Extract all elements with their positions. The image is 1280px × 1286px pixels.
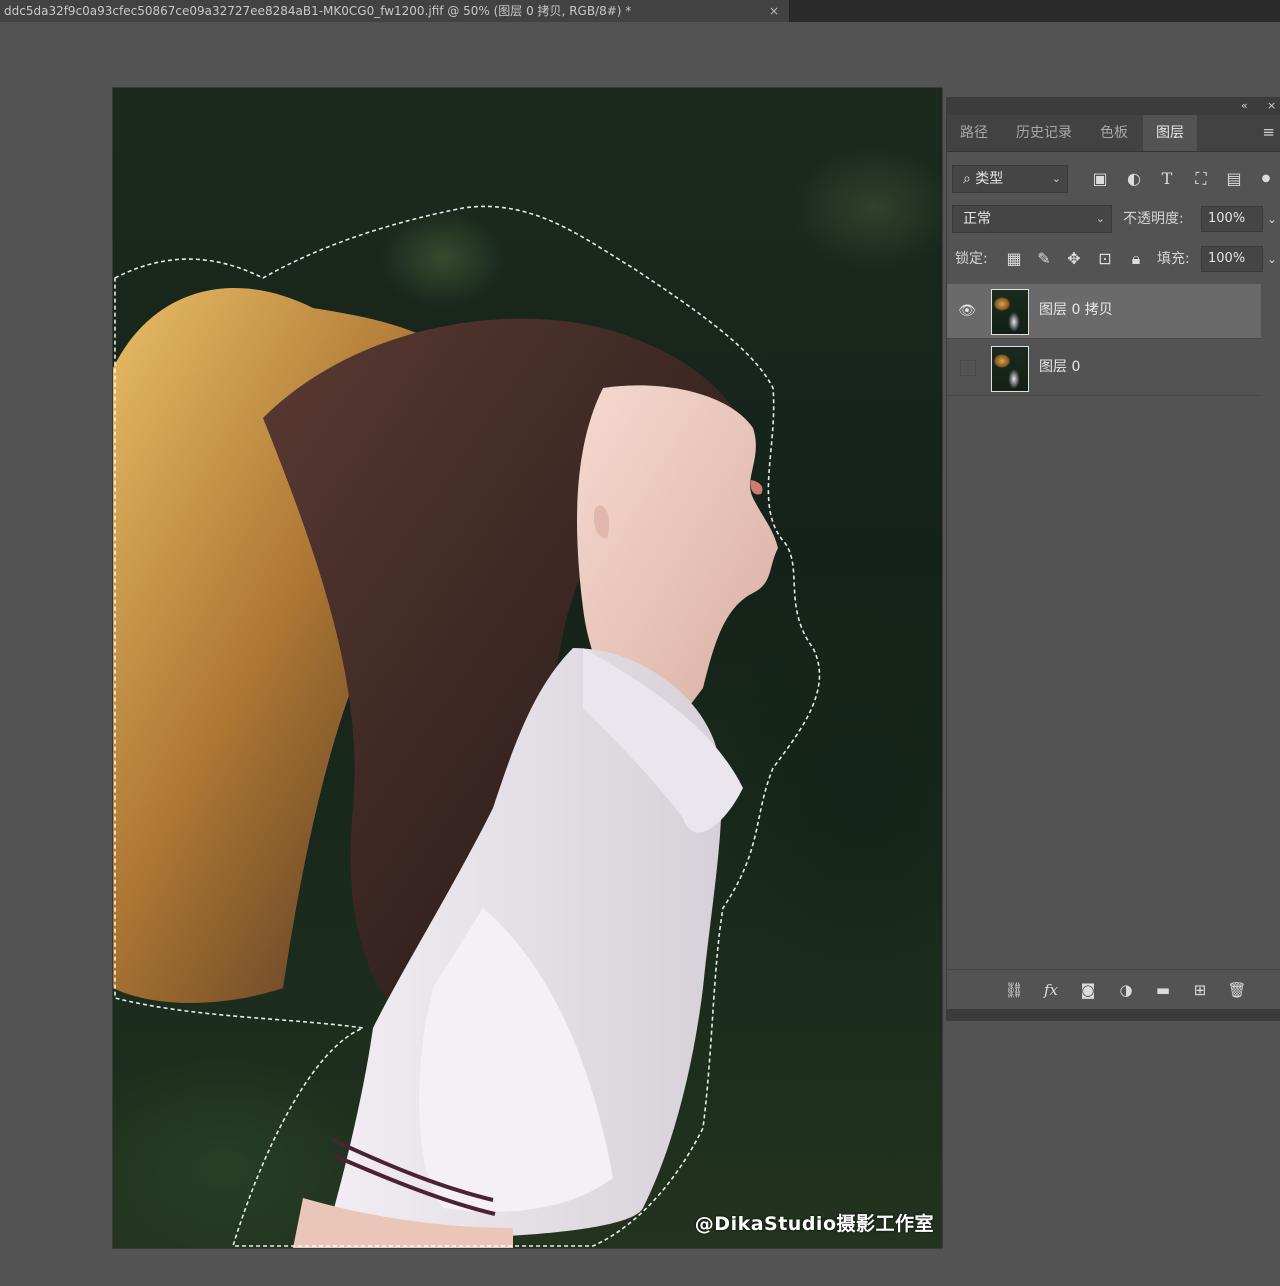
shape-filter-icon[interactable]: ⛶ (1190, 169, 1212, 189)
collapse-panel-icon[interactable]: « (1241, 97, 1248, 115)
chevron-down-icon: ⌄ (1095, 212, 1105, 225)
lock-all-icon[interactable]: 🔒︎ (1125, 249, 1147, 269)
layer-thumbnail (991, 289, 1029, 335)
panel-menu-icon[interactable]: ≡ (1262, 123, 1275, 141)
close-panel-icon[interactable]: × (1267, 97, 1276, 115)
tab-layers[interactable]: 图层 (1143, 115, 1197, 151)
adjustment-icon[interactable]: ◑ (1115, 980, 1137, 1000)
filter-kind-label: 类型 (975, 171, 1004, 187)
layer-row[interactable]: 👁︎ 图层 0 拷贝 (947, 284, 1261, 339)
layers-panel-toolbar: ⛓︎ fx ◙ ◑ ▬ ⊞ 🗑︎ (947, 969, 1280, 1010)
opacity-label: 不透明度: (1123, 211, 1184, 227)
chevron-down-icon: ⌄ (1051, 172, 1061, 185)
new-layer-icon[interactable]: ⊞ (1189, 980, 1211, 1000)
panel-bottom-edge (946, 1009, 1280, 1021)
visibility-toggle[interactable] (960, 360, 976, 376)
search-icon: ⌕ (963, 171, 976, 187)
blend-row: 正常 ⌄ 不透明度: 100% ⌄ (947, 205, 1280, 237)
fx-icon[interactable]: fx (1040, 980, 1062, 1000)
filter-kind-dropdown[interactable]: ⌕ 类型 ⌄ (952, 165, 1068, 193)
type-filter-icon[interactable]: T (1156, 169, 1178, 189)
watermark: @DikaStudio摄影工作室 (694, 1213, 934, 1235)
image-filter-icon[interactable]: ▣ (1089, 169, 1111, 189)
fill-field[interactable]: 100% (1201, 246, 1263, 272)
panel-tabs: 路径 历史记录 色板 图层 ≡ (947, 115, 1280, 152)
document-title: ddc5da32f9c0a93cfec50867ce09a32727ee8284… (4, 4, 632, 18)
smart-object-filter-icon[interactable]: ▤ (1223, 169, 1245, 189)
lock-image-icon[interactable]: ✎ (1033, 249, 1055, 269)
photo-illustration (113, 205, 821, 1248)
lock-label: 锁定: (955, 251, 988, 267)
filter-row: ⌕ 类型 ⌄ ▣ ◐ T ⛶ ▤ ● (947, 165, 1280, 197)
adjustment-filter-icon[interactable]: ◐ (1123, 169, 1145, 189)
lock-transparent-icon[interactable]: ▦ (1003, 249, 1025, 269)
folder-icon[interactable]: ▬ (1152, 980, 1174, 1000)
lips (750, 480, 763, 495)
link-icon[interactable]: ⛓︎ (1003, 980, 1025, 1000)
document-tab[interactable]: ddc5da32f9c0a93cfec50867ce09a32727ee8284… (0, 0, 790, 22)
close-tab-icon[interactable]: × (769, 0, 779, 22)
lock-artboard-icon[interactable]: ⊡ (1094, 249, 1116, 269)
canvas-image[interactable]: @DikaStudio摄影工作室 (113, 88, 942, 1248)
layers-panel: « × 路径 历史记录 色板 图层 ≡ ⌕ 类型 ⌄ ▣ ◐ T ⛶ ▤ ● 正… (946, 97, 1280, 1010)
lock-position-icon[interactable]: ✥ (1063, 249, 1085, 269)
tab-swatches[interactable]: 色板 (1087, 115, 1141, 151)
mask-icon[interactable]: ◙ (1077, 980, 1099, 1000)
document-tab-bar: ddc5da32f9c0a93cfec50867ce09a32727ee8284… (0, 0, 1280, 22)
opacity-field[interactable]: 100% (1201, 206, 1263, 232)
layer-thumbnail (991, 346, 1029, 392)
chevron-down-icon[interactable]: ⌄ (1261, 210, 1280, 230)
trash-icon[interactable]: 🗑︎ (1226, 980, 1248, 1000)
opacity-value: 100% (1208, 211, 1246, 226)
eye-icon[interactable]: 👁︎ (957, 301, 977, 321)
fill-value: 100% (1208, 251, 1246, 266)
fill-label: 填充: (1157, 251, 1190, 267)
lock-row: 锁定: ▦ ✎ ✥ ⊡ 🔒︎ 填充: 100% ⌄ (947, 246, 1280, 279)
layer-name[interactable]: 图层 0 拷贝 (1039, 300, 1113, 320)
panel-header: « × (947, 97, 1280, 115)
blend-mode-value: 正常 (963, 211, 991, 227)
layer-row[interactable]: 图层 0 (947, 341, 1261, 396)
tab-history[interactable]: 历史记录 (1001, 115, 1087, 151)
filter-toggle-icon[interactable]: ● (1255, 169, 1277, 189)
layer-name[interactable]: 图层 0 (1039, 357, 1080, 377)
blend-mode-dropdown[interactable]: 正常 ⌄ (952, 205, 1112, 233)
tab-paths[interactable]: 路径 (947, 115, 1001, 151)
chevron-down-icon[interactable]: ⌄ (1261, 250, 1280, 270)
